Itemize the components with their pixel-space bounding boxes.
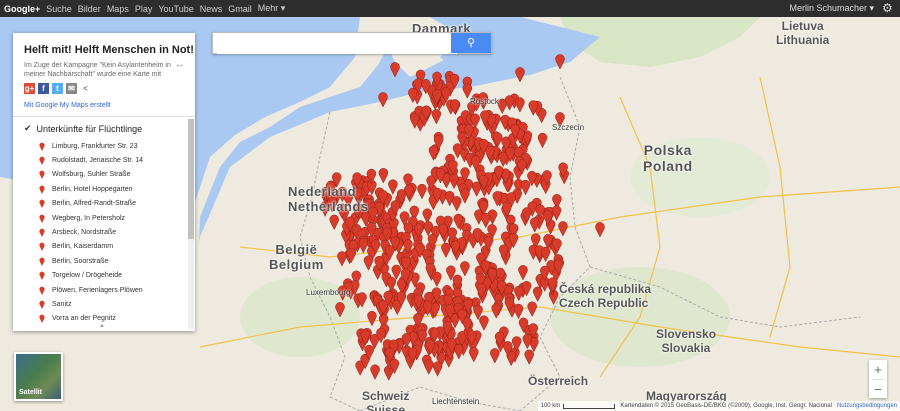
- list-item-label: Berlin, Soorstraße: [52, 257, 109, 265]
- map-search-box: ⚲: [212, 32, 492, 54]
- list-item[interactable]: Torgelow / Drögeheide: [39, 269, 189, 283]
- layer-header[interactable]: ✔ Unterkünfte für Flüchtlinge: [24, 123, 142, 134]
- link-maps[interactable]: Maps: [107, 4, 129, 14]
- list-item-label: Berlin, Hotel Hoppegarten: [52, 185, 133, 193]
- map-footer: 100 km Kartendaten © 2015 GeoBasis-DE/BK…: [537, 401, 900, 411]
- map-legend-panel: Helft mit! Helft Menschen in Not! Im Zug…: [13, 33, 195, 331]
- list-item[interactable]: Wolfsburg, Suhler Straße: [39, 168, 189, 182]
- email-icon[interactable]: ✉: [66, 83, 77, 94]
- list-item[interactable]: Limburg, Frankfurter Str. 23: [39, 139, 189, 153]
- link-news[interactable]: News: [200, 4, 223, 14]
- map-pin-icon: [39, 243, 45, 252]
- map-description: Im Zuge der Kampagne "Kein Asylantenheim…: [24, 62, 171, 78]
- scrollbar-thumb[interactable]: [188, 119, 194, 239]
- list-item[interactable]: Berlin, Kaiserdamm: [39, 240, 189, 254]
- map-attribution: Kartendaten © 2015 GeoBasis-DE/BKG (©200…: [620, 403, 832, 409]
- label-rostock: Rostock: [470, 97, 499, 106]
- map-pin-icon: [39, 286, 45, 295]
- label-cesko: Česká republika Czech Republic: [559, 282, 652, 310]
- user-account-menu[interactable]: Merlin Schumacher ▾: [789, 0, 874, 17]
- label-slovensko: Slovensko Slovakia: [656, 327, 717, 355]
- map-title: Helft mit! Helft Menschen in Not!: [24, 44, 194, 56]
- label-szczecin: Szczecin: [552, 123, 585, 132]
- zoom-in-button[interactable]: +: [869, 360, 887, 379]
- list-item-label: Sanitz: [52, 300, 72, 308]
- list-item[interactable]: Berlin, Soorstraße: [39, 254, 189, 268]
- zoom-out-button[interactable]: −: [869, 380, 887, 399]
- google-plus-icon[interactable]: g+: [24, 83, 35, 94]
- label-schweiz: Schweiz Suisse: [362, 389, 410, 411]
- made-with-my-maps-link[interactable]: Mit Google My Maps erstellt: [24, 102, 111, 109]
- shelter-list: Limburg, Frankfurter Str. 23 Rudolstadt,…: [39, 139, 189, 326]
- label-luxembourg: Luxembourg: [306, 288, 351, 297]
- panel-scrollbar[interactable]: [188, 119, 194, 329]
- terms-link[interactable]: Nutzungsbedingungen: [837, 403, 897, 409]
- facebook-icon[interactable]: f: [38, 83, 49, 94]
- list-item[interactable]: Arsbeck, Nordstraße: [39, 225, 189, 239]
- list-item-label: Rudolstadt, Jenaische Str. 14: [52, 157, 144, 165]
- google-top-bar: Google+ Suche Bilder Maps Play YouTube N…: [0, 0, 900, 17]
- list-item-label: Plöwen, Ferienlagers Plöwen: [52, 286, 143, 294]
- list-item[interactable]: Plöwen, Ferienlagers Plöwen: [39, 283, 189, 297]
- label-lithuania: Lietuva Lithuania: [776, 19, 830, 47]
- label-liechtenstein: Liechtenstein: [432, 397, 480, 406]
- link-play[interactable]: Play: [135, 4, 153, 14]
- scale-bar: 100 km: [541, 403, 616, 409]
- map-pin-icon: [39, 228, 45, 238]
- expand-description-icon[interactable]: ↔: [175, 59, 184, 69]
- link-gmail[interactable]: Gmail: [228, 4, 252, 14]
- map-pin-icon: [39, 156, 45, 166]
- collapse-panel-icon[interactable]: ▲: [99, 323, 105, 329]
- satellite-toggle[interactable]: Satellit: [14, 352, 63, 401]
- label-osterreich: Österreich: [528, 374, 589, 388]
- link-youtube[interactable]: YouTube: [158, 4, 193, 14]
- list-item-label: Vorra an der Pegnitz: [52, 315, 116, 323]
- gear-icon[interactable]: ⚙: [882, 2, 894, 14]
- map-pin-icon: [39, 271, 45, 281]
- search-input[interactable]: [217, 34, 457, 54]
- list-item-label: Berlin, Alfred-Randt-Straße: [52, 200, 137, 208]
- list-item[interactable]: Sanitz: [39, 297, 189, 311]
- scale-label: 100 km: [540, 403, 561, 409]
- link-mehr[interactable]: Mehr ▾: [258, 3, 286, 14]
- share-row: g+ f t ✉ <: [24, 83, 91, 94]
- map-pin-icon: [39, 171, 45, 180]
- map-pin-icon: [39, 199, 45, 209]
- zoom-control: + −: [869, 360, 887, 398]
- map-pin-icon: [39, 315, 45, 324]
- map-pin-icon: [39, 142, 45, 151]
- checkbox-icon[interactable]: ✔: [24, 123, 32, 134]
- satellite-label: Satellit: [19, 389, 42, 396]
- list-item[interactable]: Rudolstadt, Jenaische Str. 14: [39, 153, 189, 167]
- list-item[interactable]: Berlin, Alfred-Randt-Straße: [39, 197, 189, 211]
- label-polska: Polska Poland: [643, 142, 693, 174]
- label-nederland: Nederland Netherlands: [288, 184, 369, 214]
- share-icon[interactable]: <: [80, 83, 91, 94]
- label-belgie: België Belgium: [269, 242, 324, 272]
- link-bilder[interactable]: Bilder: [78, 4, 101, 14]
- layer-title: Unterkünfte für Flüchtlinge: [36, 123, 143, 134]
- list-item[interactable]: Vorra an der Pegnitz: [39, 312, 189, 326]
- list-item-label: Wolfsburg, Suhler Straße: [52, 171, 131, 179]
- list-item-label: Wegberg, In Petersholz: [52, 214, 126, 222]
- scale-line: [563, 403, 616, 409]
- shelter-marker[interactable]: [390, 62, 400, 78]
- list-item[interactable]: Wegberg, In Petersholz: [39, 211, 189, 225]
- top-links: Google+ Suche Bilder Maps Play YouTube N…: [4, 0, 285, 17]
- list-item-label: Limburg, Frankfurter Str. 23: [52, 142, 138, 150]
- panel-divider: [13, 116, 195, 117]
- link-google-plus[interactable]: Google+: [4, 4, 40, 14]
- search-button[interactable]: ⚲: [451, 33, 491, 53]
- list-item-label: Berlin, Kaiserdamm: [52, 243, 114, 251]
- search-icon: ⚲: [466, 37, 476, 49]
- map-pin-icon: [39, 257, 45, 266]
- list-item-label: Torgelow / Drögeheide: [52, 272, 123, 280]
- link-suche[interactable]: Suche: [46, 4, 72, 14]
- map-pin-icon: [39, 214, 45, 223]
- map-pin-icon: [39, 185, 45, 194]
- list-item-label: Arsbeck, Nordstraße: [52, 229, 117, 237]
- map-pin-icon: [39, 300, 45, 309]
- list-item[interactable]: Berlin, Hotel Hoppegarten: [39, 182, 189, 196]
- twitter-icon[interactable]: t: [52, 83, 63, 94]
